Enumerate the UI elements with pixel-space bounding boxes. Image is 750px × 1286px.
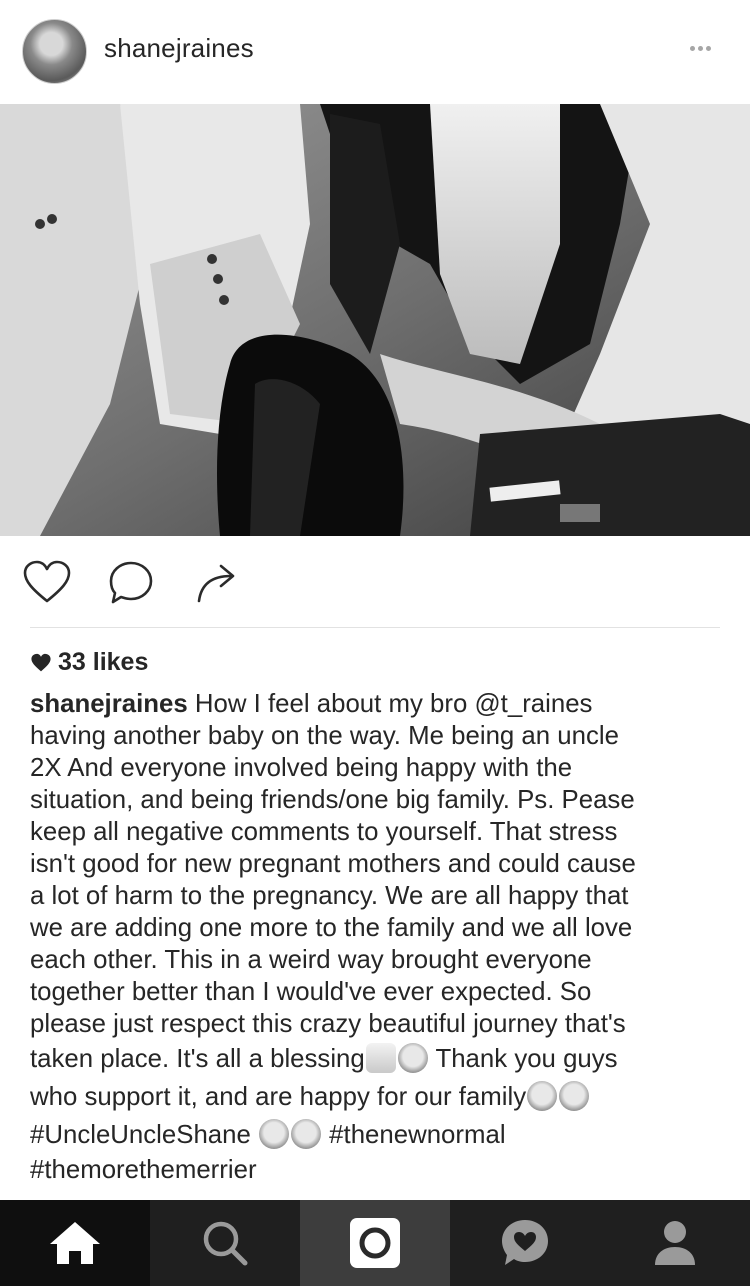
profile-icon bbox=[655, 1221, 695, 1265]
hashtag-uncleuncleshane[interactable]: #UncleUncleShane bbox=[30, 1121, 258, 1149]
caption-line: a lot of harm to the pregnancy. We are a… bbox=[30, 882, 629, 910]
home-icon bbox=[50, 1222, 100, 1264]
post-caption: shanejraines How I feel about my bro @t_… bbox=[30, 688, 730, 1186]
caption-text: How I feel about my bro @t_raines bbox=[187, 690, 593, 718]
share-arrow-icon[interactable] bbox=[193, 559, 243, 607]
post-photo-image bbox=[0, 104, 750, 536]
caption-line: please just respect this crazy beautiful… bbox=[30, 1010, 626, 1038]
activity-heart-icon bbox=[502, 1220, 548, 1265]
camera-icon bbox=[350, 1218, 400, 1268]
caption-line: #UncleUncleShane #thenewnormal bbox=[30, 1116, 730, 1154]
caption-line: #themorethemerrier bbox=[30, 1154, 730, 1186]
more-options-icon[interactable] bbox=[690, 40, 722, 60]
caption-line: keep all negative comments to yourself. … bbox=[30, 818, 618, 846]
caption-line: 2X And everyone involved being happy wit… bbox=[30, 754, 573, 782]
caption-line: isn't good for new pregnant mothers and … bbox=[30, 850, 636, 878]
caption-text: who support it, and are happy for our fa… bbox=[30, 1083, 527, 1111]
kiss-face-emoji bbox=[559, 1081, 590, 1111]
caption-text: Thank you guys bbox=[428, 1045, 618, 1073]
post-photo[interactable] bbox=[0, 104, 750, 536]
post-actions bbox=[0, 536, 750, 628]
avatar[interactable] bbox=[22, 19, 87, 84]
tab-search[interactable] bbox=[150, 1200, 300, 1286]
caption-line: situation, and being friends/one big fam… bbox=[30, 786, 635, 814]
hashtag-themorethemerrier[interactable]: #themorethemerrier bbox=[30, 1156, 257, 1184]
caption-line: shanejraines How I feel about my bro @t_… bbox=[30, 688, 730, 720]
likes-label: 33 likes bbox=[58, 648, 149, 676]
small-heart-icon bbox=[31, 653, 51, 672]
raised-hands-emoji bbox=[365, 1043, 396, 1073]
caption-line: who support it, and are happy for our fa… bbox=[30, 1078, 730, 1116]
bottom-tab-bar bbox=[0, 1200, 750, 1286]
caption-line: we are adding one more to the family and… bbox=[30, 914, 633, 942]
post-header: shanejraines bbox=[0, 0, 750, 104]
heart-outline-icon[interactable] bbox=[22, 559, 72, 607]
caption-line: each other. This in a weird way brought … bbox=[30, 946, 592, 974]
divider bbox=[30, 627, 720, 628]
baby-face-emoji bbox=[259, 1119, 290, 1149]
baby-face-emoji bbox=[291, 1119, 322, 1149]
tab-home[interactable] bbox=[0, 1200, 150, 1286]
caption-line: taken place. It's all a blessing Thank y… bbox=[30, 1040, 730, 1078]
angel-emoji bbox=[397, 1043, 428, 1073]
caption-text: taken place. It's all a blessing bbox=[30, 1045, 365, 1073]
tab-activity[interactable] bbox=[450, 1200, 600, 1286]
tab-profile[interactable] bbox=[600, 1200, 750, 1286]
caption-username[interactable]: shanejraines bbox=[30, 690, 188, 718]
tab-camera[interactable] bbox=[300, 1200, 450, 1286]
search-icon bbox=[203, 1221, 248, 1266]
likes-count[interactable]: 33 likes bbox=[30, 648, 148, 677]
caption-line: together better than I would've ever exp… bbox=[30, 978, 592, 1006]
comment-bubble-icon[interactable] bbox=[107, 559, 157, 607]
post-username[interactable]: shanejraines bbox=[104, 33, 254, 64]
hashtag-thenewnormal[interactable]: #thenewnormal bbox=[322, 1121, 505, 1149]
caption-line: having another baby on the way. Me being… bbox=[30, 722, 619, 750]
kiss-face-emoji bbox=[527, 1081, 558, 1111]
